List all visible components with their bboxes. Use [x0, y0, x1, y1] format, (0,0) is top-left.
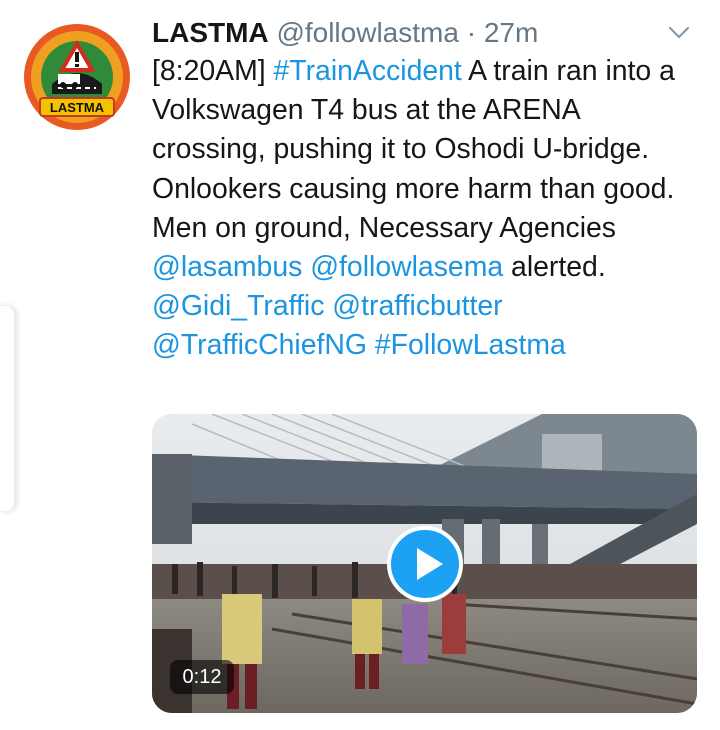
lastma-logo-icon: LASTMA	[24, 24, 130, 130]
tweet-text-segment: alerted.	[503, 251, 606, 284]
tweet-text-segment: [8:20AM]	[152, 55, 274, 87]
mention-link[interactable]: @lasambus	[152, 251, 302, 283]
hashtag-link[interactable]: #TrainAccident	[274, 55, 462, 87]
tweet-header: LASTMA @followlastma · 27m	[152, 16, 700, 50]
mention-link[interactable]: @followlasema	[310, 251, 503, 283]
hashtag-link[interactable]: #FollowLastma	[375, 329, 566, 361]
tweet-timestamp[interactable]: 27m	[484, 17, 538, 48]
mention-link[interactable]: @Gidi_Traffic	[152, 290, 324, 322]
play-icon[interactable]	[387, 526, 463, 602]
meta-separator: ·	[458, 17, 484, 48]
author-avatar[interactable]: LASTMA	[22, 22, 132, 132]
author-name[interactable]: LASTMA	[152, 17, 269, 48]
tweet-text-segment	[367, 329, 375, 361]
mention-link[interactable]: @TrafficChiefNG	[152, 329, 367, 361]
video-duration: 0:12	[170, 660, 234, 694]
tweet-text: [8:20AM] #TrainAccident A train ran into…	[152, 52, 697, 366]
logo-label: LASTMA	[50, 100, 105, 115]
mention-link[interactable]: @trafficbutter	[332, 290, 502, 322]
chevron-down-icon[interactable]	[668, 26, 690, 40]
author-handle[interactable]: @followlastma	[276, 17, 458, 48]
side-panel-edge	[0, 305, 15, 512]
